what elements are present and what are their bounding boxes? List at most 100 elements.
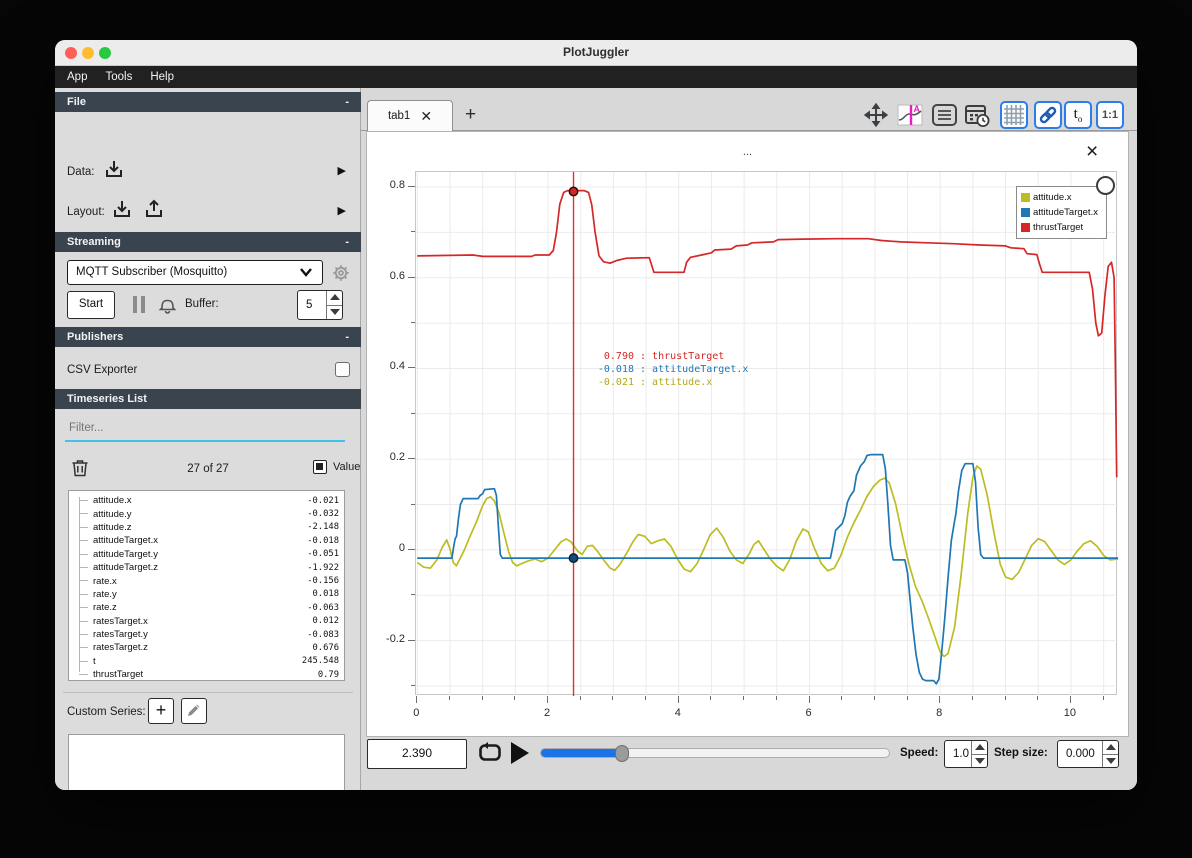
filter-input[interactable] [69, 418, 345, 438]
timeseries-row[interactable]: attitude.x -0.021 [69, 494, 344, 507]
collapse-icon[interactable]: - [345, 232, 349, 252]
buffer-spinbox[interactable]: 5 [297, 290, 343, 320]
timeline-slider[interactable] [540, 745, 890, 762]
spin-down-icon[interactable] [327, 305, 342, 319]
timeseries-row[interactable]: rate.y 0.018 [69, 588, 344, 601]
menu-app[interactable]: App [67, 71, 87, 83]
edit-custom-series-button[interactable] [181, 698, 207, 724]
custom-series-label: Custom Series: [67, 706, 146, 718]
timeseries-section-header[interactable]: Timeseries List [55, 389, 361, 409]
y-tick-label: 0 [398, 541, 405, 554]
timeseries-row[interactable]: attitudeTarget.x -0.018 [69, 534, 344, 547]
curve-tracker-icon: A [897, 104, 923, 126]
timeseries-row[interactable]: rate.z -0.063 [69, 601, 344, 614]
streaming-section-header[interactable]: Streaming - [55, 232, 361, 252]
data-menu-arrow[interactable]: ▶ [338, 164, 346, 177]
legend-entry[interactable]: attitude.x [1021, 190, 1102, 205]
ratio-1-1-button[interactable]: 1:1 [1096, 101, 1124, 129]
timeseries-row[interactable]: attitudeTarget.y -0.051 [69, 548, 344, 561]
loop-icon[interactable] [477, 741, 503, 765]
new-tab-button[interactable]: + [465, 104, 476, 126]
app-window: PlotJuggler App Tools Help File - Data: … [55, 40, 1137, 790]
file-section-header[interactable]: File - [55, 92, 361, 112]
streaming-source-select[interactable]: MQTT Subscriber (Mosquitto) [67, 260, 323, 285]
timeseries-list[interactable]: attitude.x -0.021 attitude.y -0.032 attitude… [68, 490, 345, 681]
x-axis: 0 2 4 6 8 10 [413, 696, 1118, 726]
play-button[interactable] [511, 742, 529, 764]
link-axes-button[interactable] [1034, 101, 1062, 129]
spin-up-icon[interactable] [327, 291, 342, 305]
spin-up-icon[interactable] [1103, 741, 1118, 754]
y-axis: 0.8 0.6 0.4 0.2 0 -0.2 [367, 171, 415, 697]
layout-label: Layout: [67, 206, 105, 218]
svg-text:A: A [914, 104, 921, 114]
slider-handle[interactable] [615, 745, 629, 762]
list-view-icon [931, 104, 957, 126]
values-checkbox[interactable] [313, 460, 327, 474]
grid-view-button[interactable] [1000, 101, 1028, 129]
time-offset-button[interactable]: to [1064, 101, 1092, 129]
pan-zoom-button[interactable] [862, 101, 890, 129]
collapse-icon[interactable]: - [345, 327, 349, 347]
notifications-bell-icon[interactable] [157, 294, 178, 315]
list-view-button[interactable] [930, 101, 958, 129]
timeseries-row[interactable]: rate.x -0.156 [69, 574, 344, 587]
divider [63, 692, 353, 693]
datetime-button[interactable] [963, 101, 991, 129]
pencil-icon [188, 704, 200, 716]
window-title: PlotJuggler [562, 45, 629, 59]
buffer-label: Buffer: [185, 298, 219, 310]
plot-canvas[interactable]: 0.790 : thrustTarget -0.018 : attitudeTar… [415, 171, 1119, 696]
timeseries-row[interactable]: thrustTarget 0.79 [69, 668, 344, 680]
y-tick-label: 0.6 [389, 269, 405, 282]
start-button[interactable]: Start [67, 291, 115, 319]
legend-swatch [1021, 193, 1030, 202]
publishers-section-header[interactable]: Publishers - [55, 327, 361, 347]
timeseries-row[interactable]: attitude.z -2.148 [69, 521, 344, 534]
tracker-readout-line: -0.021 : attitude.x [597, 377, 713, 388]
chart [416, 172, 1119, 696]
tab-tab1[interactable]: tab1 ✕ [367, 100, 453, 131]
plot-legend[interactable]: attitude.x attitudeTarget.x thrustTarget [1016, 186, 1107, 239]
timeseries-row[interactable]: ratesTarget.x 0.012 [69, 615, 344, 628]
plot-close-icon[interactable]: × [1086, 140, 1098, 164]
add-custom-series-button[interactable]: + [148, 698, 174, 724]
save-layout-icon[interactable] [143, 198, 165, 220]
current-time-field[interactable]: 2.390 [367, 739, 467, 769]
x-tick-label: 0 [413, 707, 420, 719]
load-data-icon[interactable] [103, 158, 125, 180]
spin-up-icon[interactable] [972, 741, 987, 754]
spin-down-icon[interactable] [972, 754, 987, 767]
pause-icon[interactable] [133, 296, 145, 313]
custom-series-list[interactable] [68, 734, 345, 790]
timeseries-row[interactable]: attitude.y -0.032 [69, 507, 344, 520]
timeseries-row[interactable]: ratesTarget.z 0.676 [69, 641, 344, 654]
timeseries-row[interactable]: attitudeTarget.z -1.922 [69, 561, 344, 574]
x-tick-label: 2 [543, 707, 551, 719]
chevron-down-icon [300, 268, 312, 277]
tab-close-icon[interactable]: ✕ [420, 109, 432, 123]
gear-icon[interactable] [331, 263, 351, 283]
menu-help[interactable]: Help [150, 71, 174, 83]
speed-spinbox[interactable]: 1.0 [944, 740, 988, 768]
x-tick-label: 4 [674, 707, 681, 719]
titlebar: PlotJuggler [55, 40, 1137, 66]
spin-down-icon[interactable] [1103, 754, 1118, 767]
curve-tracker-button[interactable]: A [896, 101, 924, 129]
datetime-icon [965, 104, 990, 127]
x-tick-label: 10 [1063, 707, 1077, 719]
plot-widget[interactable]: ... × 0.8 0.6 0.4 0.2 0 -0.2 0 2 4 6 8 10 0.790 : … [366, 131, 1129, 737]
speed-label: Speed: [900, 747, 939, 759]
menu-tools[interactable]: Tools [105, 71, 132, 83]
csv-exporter-checkbox[interactable] [335, 362, 350, 377]
step-size-spinbox[interactable]: 0.000 [1057, 740, 1119, 768]
load-layout-icon[interactable] [111, 198, 133, 220]
y-tick-label: 0.8 [389, 178, 405, 191]
layout-menu-arrow[interactable]: ▶ [338, 204, 346, 217]
timeseries-row[interactable]: ratesTarget.y -0.083 [69, 628, 344, 641]
zoom-out-circle-button[interactable] [1096, 176, 1115, 195]
legend-entry[interactable]: attitudeTarget.x [1021, 205, 1102, 220]
legend-entry[interactable]: thrustTarget [1021, 220, 1102, 235]
collapse-icon[interactable]: - [345, 92, 349, 112]
timeseries-row[interactable]: t 245.548 [69, 655, 344, 668]
